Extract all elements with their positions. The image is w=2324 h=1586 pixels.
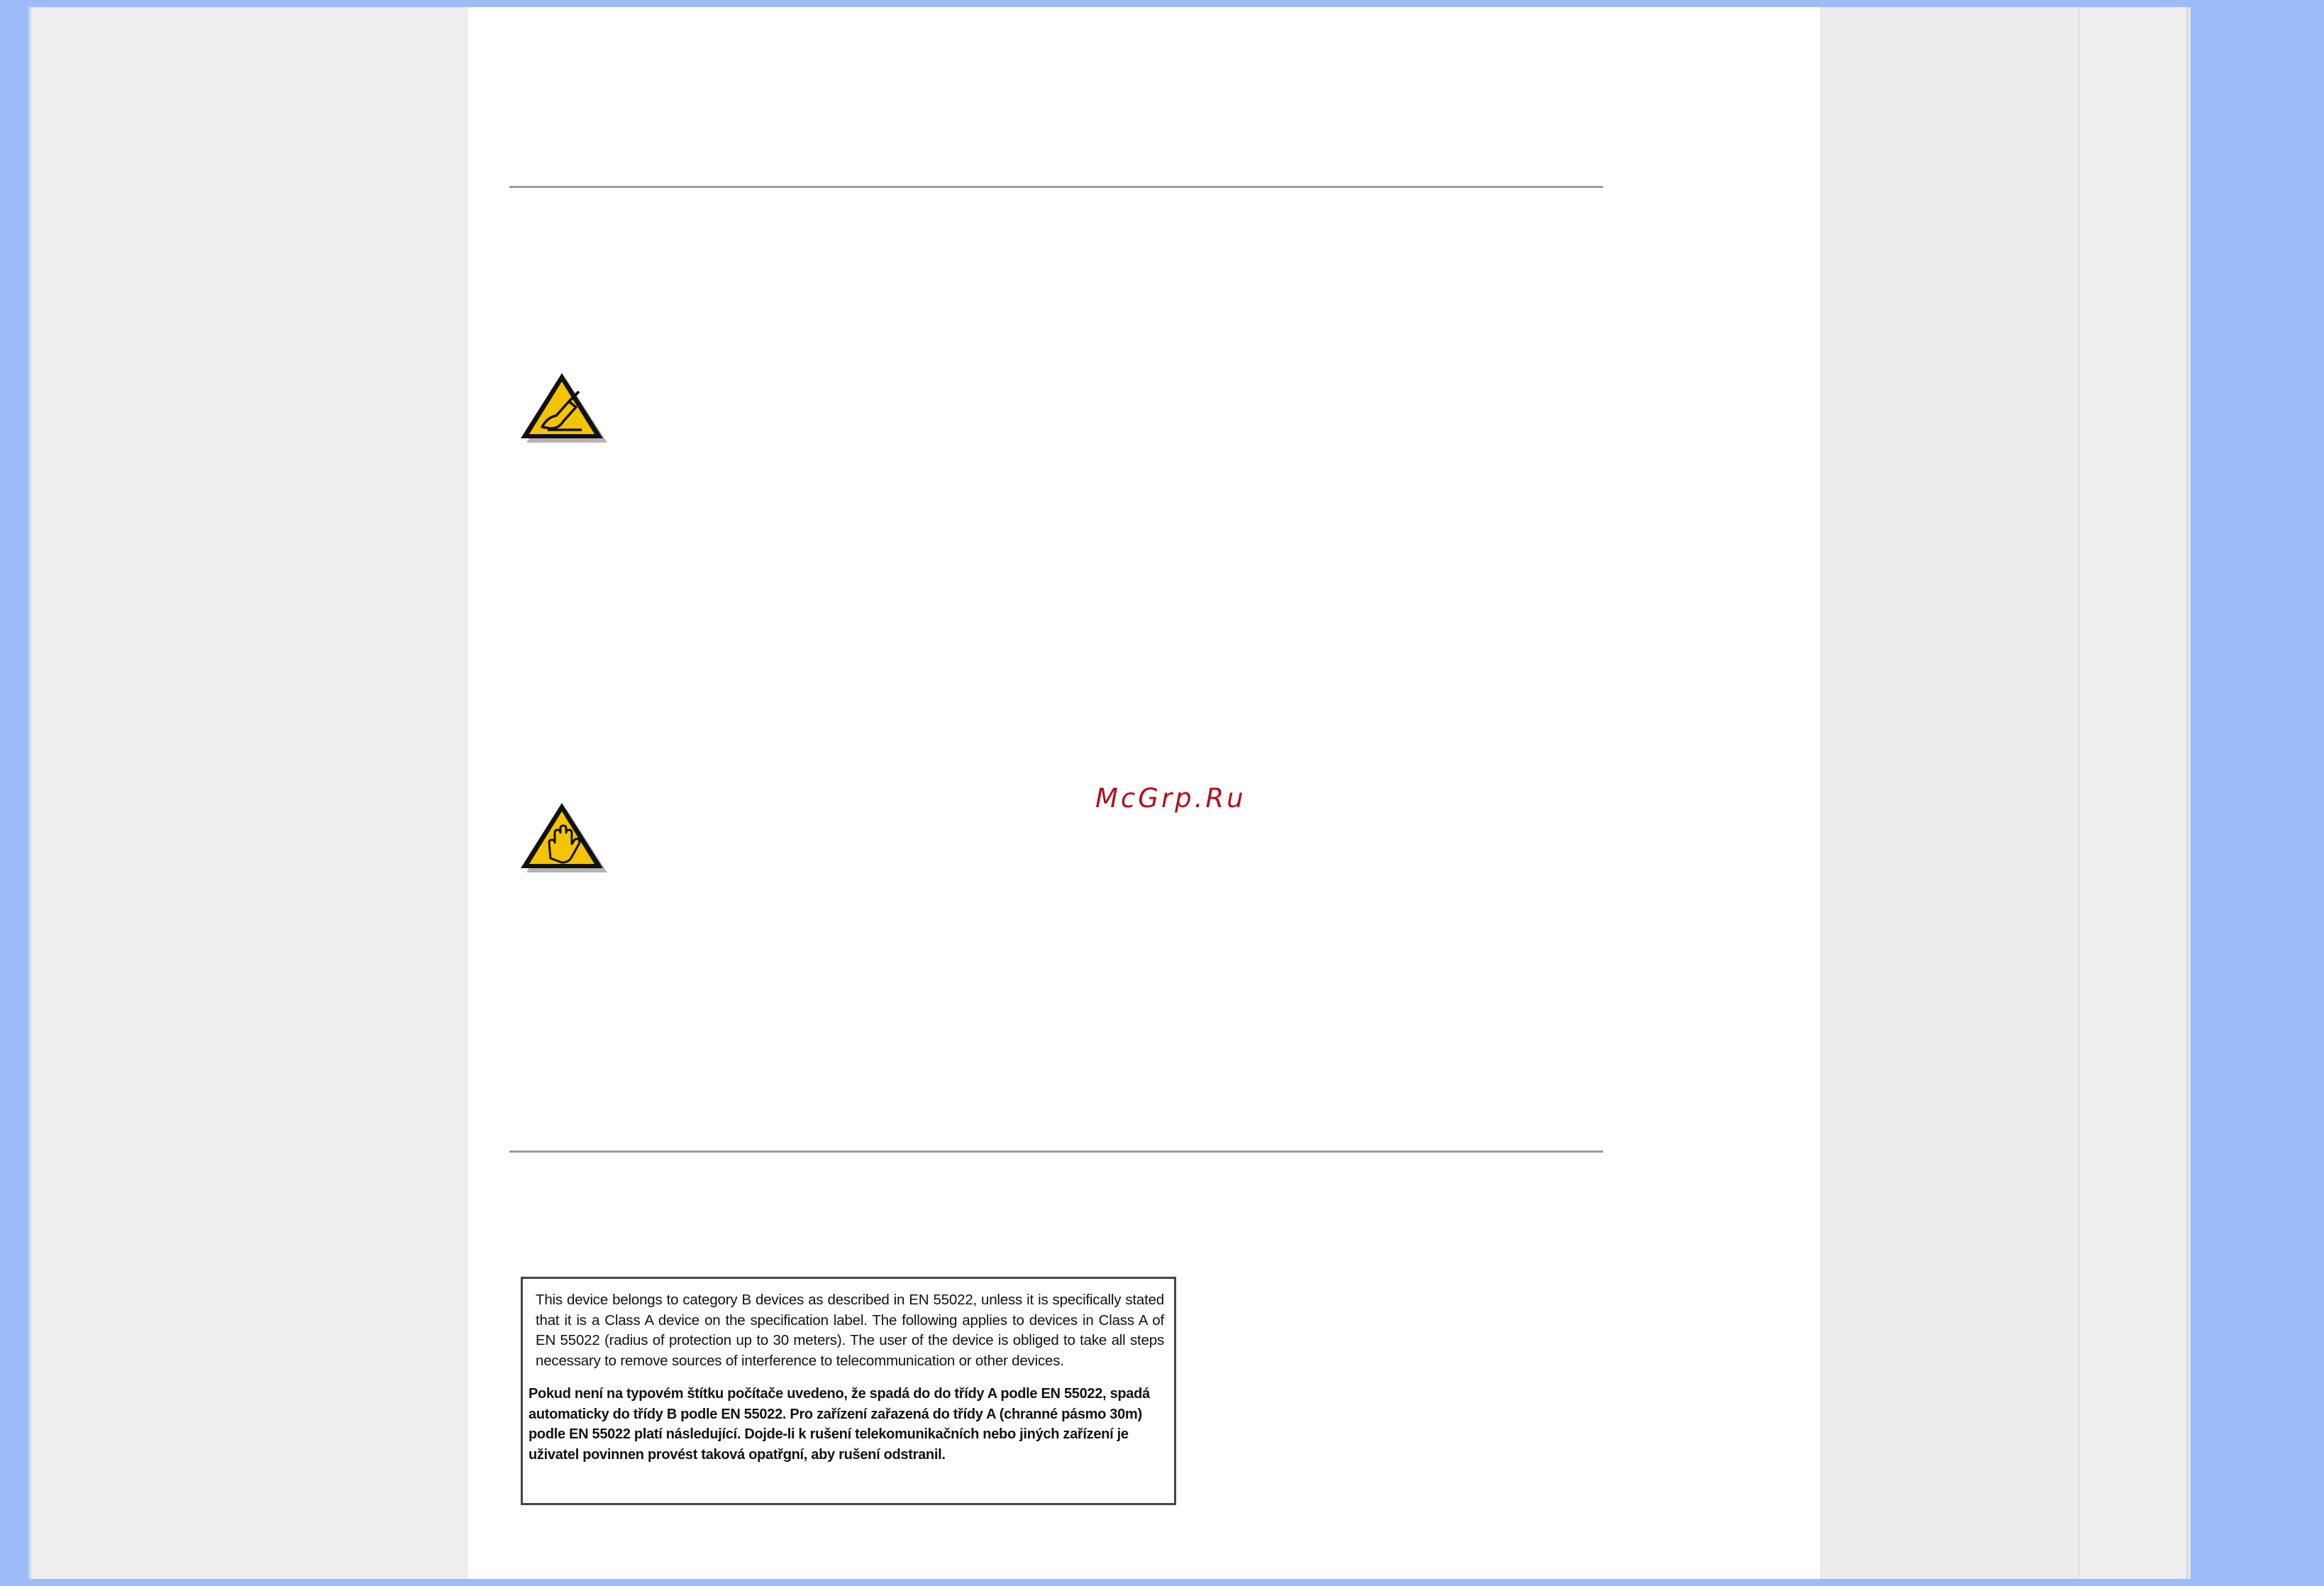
notice-english-text: This device belongs to category B device… bbox=[536, 1292, 1164, 1369]
document-viewport: This device belongs to category B device… bbox=[28, 7, 2191, 1579]
horizontal-rule-bottom bbox=[509, 1150, 1603, 1153]
horizontal-rule-top bbox=[509, 186, 1603, 188]
caution-hand-icon bbox=[518, 799, 609, 878]
vertical-scrollbar[interactable] bbox=[2186, 7, 2191, 1579]
notice-czech-text: Pokud není na typovém štítku počítače uv… bbox=[529, 1386, 1150, 1463]
watermark-text: McGrp.Ru bbox=[1095, 783, 1246, 814]
note-warning-icon bbox=[518, 369, 609, 448]
right-side-panel bbox=[2079, 7, 2191, 1579]
emc-notice-box: This device belongs to category B device… bbox=[521, 1277, 1176, 1505]
right-margin-panel bbox=[1820, 7, 2079, 1579]
